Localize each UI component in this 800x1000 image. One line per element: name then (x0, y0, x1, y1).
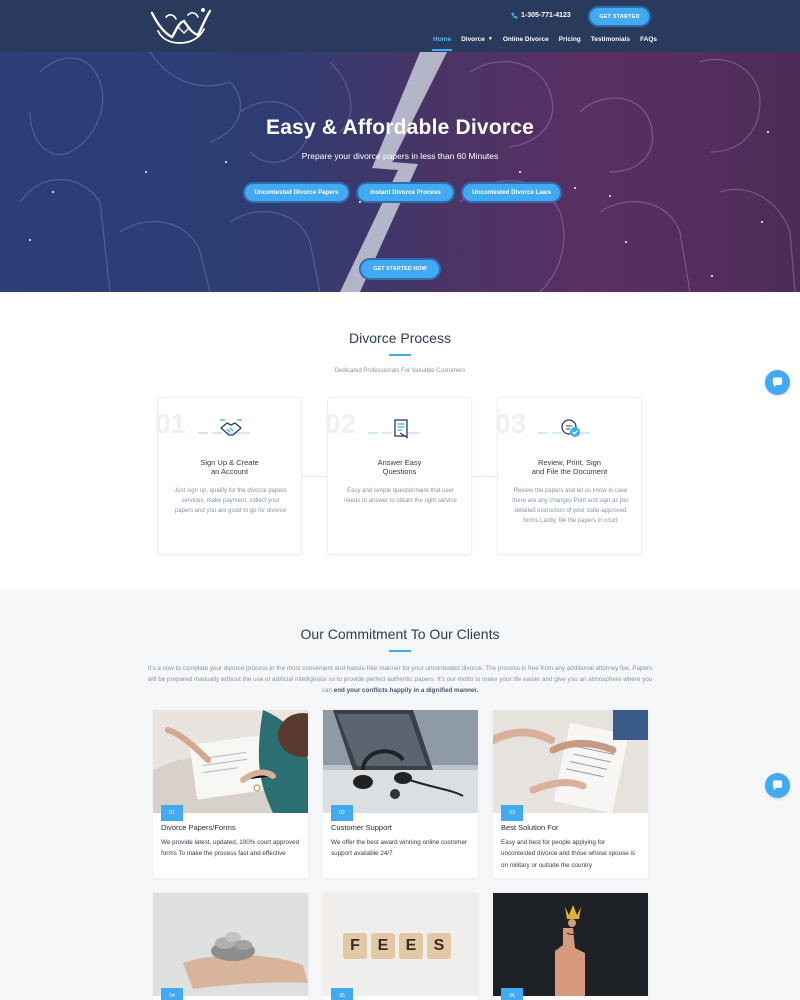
chat-icon (772, 780, 783, 791)
instant-divorce-process-button[interactable]: Instant Divorce Process (356, 182, 455, 203)
step-description: Easy and simple questionnaire that user … (344, 488, 457, 504)
card-description: We offer the best award winning online c… (331, 839, 467, 858)
site-header: 1-305-771-4123 GET STARTED Home Divorce ▼… (0, 0, 800, 52)
chat-button-secondary[interactable] (765, 773, 790, 798)
block-letter: E (399, 933, 423, 959)
card-image-signing-papers (153, 710, 308, 813)
get-started-button[interactable]: GET STARTED (588, 6, 651, 27)
handshake-icon (220, 419, 242, 436)
hero-banner: Easy & Affordable Divorce Prepare your d… (0, 52, 800, 292)
step-card-1: 01 Sign Up & Create an Account Just sign … (155, 397, 302, 555)
nav-pricing[interactable]: Pricing (554, 36, 586, 52)
nav-faqs-label: FAQs (640, 36, 658, 43)
hero-button-group: Uncontested Divorce Papers Instant Divor… (243, 182, 562, 203)
card-title: Divorce Papers/Forms (161, 823, 236, 832)
process-title: Divorce Process (349, 330, 451, 346)
step-description: Just sign up, qualify for the divorce pa… (174, 488, 287, 514)
logo[interactable] (148, 3, 214, 49)
phone-icon (511, 12, 518, 19)
hero-subtitle: Prepare your divorce papers in less than… (301, 151, 499, 161)
step-title-line-2: an Account (210, 467, 249, 476)
step-number: 02 (325, 408, 357, 439)
card-number-badge: 04 (161, 988, 183, 1000)
commitment-card-2[interactable]: 02 Customer Support We offer the best aw… (323, 710, 478, 878)
uncontested-divorce-papers-button[interactable]: Uncontested Divorce Papers (243, 182, 350, 203)
step-title-line-1: Answer Easy (377, 458, 422, 467)
review-check-icon (561, 419, 580, 437)
card-title: Customer Support (331, 823, 392, 832)
get-started-now-button[interactable]: GET STARTED NOW (359, 258, 441, 280)
phone-number-text: 1-305-771-4123 (521, 12, 571, 19)
card-image-divorce-decree (493, 710, 648, 813)
card-image-thumbs-up (493, 893, 648, 996)
card-title: Best Solution For (501, 823, 559, 832)
step-card-3: 03 Review, Print, Sign and File the Docum… (495, 397, 642, 555)
step-title: Sign Up & Create an Account (158, 458, 301, 476)
hero-illustration (19, 52, 796, 292)
step-number: 03 (495, 408, 527, 439)
step-title-line-2: and File the Document (531, 467, 608, 476)
step-number: 01 (155, 408, 187, 439)
commitment-title: Our Commitment To Our Clients (300, 626, 500, 642)
step-title: Review, Print, Sign and File the Document (498, 458, 641, 476)
hero-title: Easy & Affordable Divorce (266, 116, 534, 139)
nav-testimonials[interactable]: Testimonials (586, 36, 635, 52)
commitment-title-underline (389, 650, 411, 652)
card-image-coins-hand (153, 893, 308, 996)
step-description: Review the papers and let us know in cas… (512, 488, 629, 524)
card-image-fees-blocks: F E E S (323, 893, 478, 996)
commitment-card-5[interactable]: F E E S 05 (323, 893, 478, 1000)
process-title-underline (389, 354, 411, 356)
phone-number[interactable]: 1-305-771-4123 (511, 12, 571, 19)
step-title-line-1: Review, Print, Sign (538, 458, 601, 467)
document-icon (394, 419, 409, 439)
commitment-card-3[interactable]: 03 Best Solution For Easy and best for p… (493, 710, 648, 878)
chat-button[interactable] (765, 370, 790, 395)
nav-divorce[interactable]: Divorce ▼ (456, 36, 498, 52)
card-number-badge: 03 (501, 805, 523, 821)
block-letter: E (371, 933, 395, 959)
chat-icon (772, 377, 783, 388)
nav-faqs[interactable]: FAQs (635, 36, 662, 52)
commitment-description: It's a vow to complete your divorce proc… (145, 663, 655, 696)
card-image-headset (323, 710, 478, 813)
card-description: We provide latest, updated, 100% court a… (161, 839, 300, 858)
step-card-2: 02 Answer Easy Questions Easy and simple … (325, 397, 472, 555)
block-letter: S (427, 933, 451, 959)
card-number-badge: 05 (331, 988, 353, 1000)
uncontested-divorce-laws-button[interactable]: Uncontested Divorce Laws (461, 182, 562, 203)
commitment-card-4[interactable]: 04 (153, 893, 308, 1000)
nav-testimonials-label: Testimonials (590, 36, 631, 43)
main-nav: Home Divorce ▼ Online Divorce Pricing Tes… (428, 36, 662, 52)
step-title-line-1: Sign Up & Create (200, 458, 259, 467)
card-number-badge: 02 (331, 805, 353, 821)
process-caption: Dedicated Professionals For Valuable Cus… (334, 368, 466, 374)
commitment-text-bold: end your conflicts happily in a dignifie… (333, 687, 479, 694)
chevron-down-icon: ▼ (487, 36, 493, 42)
card-description: Easy and best for people applying for un… (501, 839, 636, 869)
block-letter: F (343, 933, 367, 959)
step-title-line-2: Questions (382, 467, 417, 476)
step-title: Answer Easy Questions (328, 458, 471, 476)
card-number-badge: 01 (161, 805, 183, 821)
commitment-card-6[interactable]: 06 (493, 893, 648, 1000)
fees-blocks: F E E S (343, 933, 451, 959)
nav-online-divorce[interactable]: Online Divorce (498, 36, 554, 52)
nav-home-label: Home (433, 36, 452, 43)
commitment-card-1[interactable]: 01 Divorce Papers/Forms We provide lates… (153, 710, 308, 878)
nav-divorce-label: Divorce (461, 36, 485, 43)
card-number-badge: 06 (501, 988, 523, 1000)
nav-pricing-label: Pricing (558, 36, 581, 43)
nav-online-divorce-label: Online Divorce (502, 36, 549, 43)
nav-home[interactable]: Home (428, 36, 456, 52)
